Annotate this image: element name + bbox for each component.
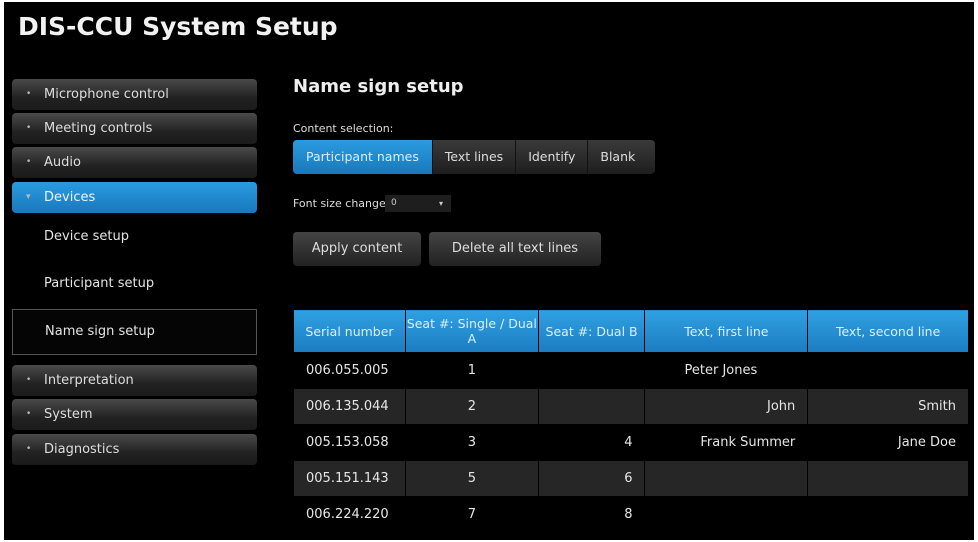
sidebar-item-meeting-controls[interactable]: • Meeting controls [12,113,257,144]
serial-cell: 006.135.044 [293,388,406,425]
bullet-icon: • [26,375,32,385]
sidebar-item-system[interactable]: • System [12,399,257,430]
seat-b-cell [537,388,646,425]
first-line-cell[interactable] [644,460,809,497]
seat-a-cell: 3 [404,424,539,461]
delete-all-text-lines-button[interactable]: Delete all text lines [429,232,601,266]
second-line-cell[interactable] [807,496,969,533]
app-title: DIS-CCU System Setup [18,12,338,41]
second-line-cell[interactable]: Jane Doe [807,424,969,461]
table-row[interactable]: 005.153.058 3 4 Frank Summer Jane Doe [293,424,969,461]
column-header-serial: Serial number [293,309,406,353]
seat-a-cell: 1 [404,352,539,389]
serial-cell: 005.151.143 [293,460,406,497]
table-row[interactable]: 006.224.220 7 8 [293,496,969,533]
seat-b-cell: 4 [537,424,646,461]
sidebar-item-label: Interpretation [44,373,134,388]
sidebar-item-label: Microphone control [44,87,169,102]
serial-cell: 006.224.220 [293,496,406,533]
content-selection-label: Content selection: [293,122,394,135]
table-row[interactable]: 006.055.005 1 Peter Jones [293,352,969,389]
sidebar-item-label: Diagnostics [44,442,120,457]
seat-a-cell: 2 [404,388,539,425]
sidebar-item-label: System [44,407,93,422]
first-line-cell[interactable]: John [644,388,809,425]
first-line-cell[interactable]: Peter Jones [644,352,809,389]
sidebar-item-diagnostics[interactable]: • Diagnostics [12,434,257,465]
sidebar-subitem-device-setup[interactable]: Device setup [12,229,257,244]
sidebar-item-label: Devices [44,190,96,205]
seat-a-cell: 5 [404,460,539,497]
caret-down-icon: ▾ [26,192,31,202]
sidebar-item-microphone-control[interactable]: • Microphone control [12,79,257,110]
column-header-seat-b: Seat #: Dual B [537,309,646,353]
font-size-select[interactable]: 0 ▾ [385,195,451,212]
font-size-value: 0 [391,198,397,208]
sidebar-subitem-participant-setup[interactable]: Participant setup [12,276,257,291]
serial-cell: 005.153.058 [293,424,406,461]
second-line-cell[interactable]: Smith [807,388,969,425]
seat-b-cell: 6 [537,460,646,497]
seat-b-cell [537,352,646,389]
sidebar-subitem-name-sign-setup[interactable]: Name sign setup [12,309,257,355]
seat-a-cell: 7 [404,496,539,533]
table-row[interactable]: 005.151.143 5 6 [293,460,969,497]
option-blank[interactable]: Blank [588,140,655,174]
option-participant-names[interactable]: Participant names [293,140,433,174]
bullet-icon: • [26,89,32,99]
chevron-down-icon: ▾ [438,199,443,208]
second-line-cell[interactable] [807,460,969,497]
table-row[interactable]: 006.135.044 2 John Smith [293,388,969,425]
sidebar-item-audio[interactable]: • Audio [12,147,257,178]
first-line-cell[interactable] [644,496,809,533]
column-header-first-line: Text, first line [644,309,809,353]
option-text-lines[interactable]: Text lines [433,140,517,174]
bullet-icon: • [26,409,32,419]
bullet-icon: • [26,444,32,454]
sidebar-item-label: Meeting controls [44,121,153,136]
column-header-second-line: Text, second line [807,309,969,353]
app-window: DIS-CCU System Setup • Microphone control… [4,2,974,540]
option-identify[interactable]: Identify [516,140,589,174]
column-header-seat-a: Seat #: Single / Dual A [404,309,539,353]
sidebar-item-interpretation[interactable]: • Interpretation [12,365,257,396]
sidebar-item-label: Audio [44,155,81,170]
content-selection-segmented-control: Participant names Text lines Identify Bl… [293,140,656,174]
font-size-label: Font size change: [293,197,390,210]
bullet-icon: • [26,123,32,133]
apply-content-button[interactable]: Apply content [293,232,421,266]
page-title: Name sign setup [293,76,464,97]
serial-cell: 006.055.005 [293,352,406,389]
sidebar-item-devices[interactable]: ▾ Devices [12,182,257,213]
seat-b-cell: 8 [537,496,646,533]
second-line-cell[interactable] [807,352,969,389]
first-line-cell[interactable]: Frank Summer [644,424,809,461]
name-sign-table: Serial number Seat #: Single / Dual A Se… [293,309,969,533]
bullet-icon: • [26,157,32,167]
